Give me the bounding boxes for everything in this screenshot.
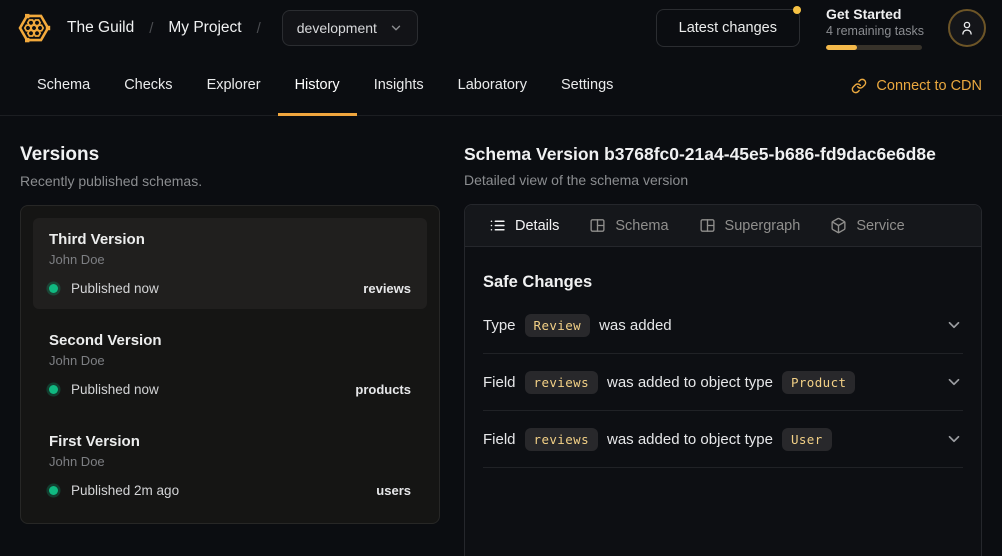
app-header: The Guild / My Project / development Lat…: [0, 0, 1002, 56]
detail-tab-label: Service: [856, 218, 904, 234]
user-avatar[interactable]: [948, 9, 986, 47]
published-status-dot: [49, 385, 58, 394]
connect-to-cdn-link[interactable]: Connect to CDN: [851, 56, 982, 115]
main-content: Versions Recently published schemas. Thi…: [0, 116, 1002, 556]
get-started-progress-fill: [826, 45, 857, 50]
change-prefix: Field: [483, 374, 516, 391]
published-label: Published now: [71, 382, 159, 397]
get-started-progressbar: [826, 45, 922, 50]
notification-dot: [793, 6, 801, 14]
published-label: Published now: [71, 281, 159, 296]
schema-version-subtitle: Detailed view of the schema version: [464, 172, 982, 188]
detail-tab-label: Supergraph: [725, 218, 801, 234]
published-status-dot: [49, 284, 58, 293]
change-row-field-user[interactable]: Field reviews was added to object type U…: [483, 411, 963, 468]
tab-insights[interactable]: Insights: [357, 56, 441, 116]
versions-title: Versions: [20, 144, 440, 166]
published-label: Published 2m ago: [71, 483, 179, 498]
target-nav: Schema Checks Explorer History Insights …: [0, 56, 1002, 116]
chevron-down-icon: [389, 21, 403, 35]
schema-version-panel: Schema Version b3768fc0-21a4-45e5-b686-f…: [464, 144, 982, 556]
user-icon: [958, 19, 976, 37]
breadcrumb-separator: /: [257, 20, 261, 37]
change-suffix: was added to object type: [607, 431, 773, 448]
version-item-second[interactable]: Second Version John Doe Published now pr…: [33, 319, 427, 410]
target-selector-dropdown[interactable]: development: [282, 10, 418, 46]
connect-to-cdn-label: Connect to CDN: [876, 78, 982, 94]
tab-laboratory[interactable]: Laboratory: [441, 56, 544, 116]
get-started-widget[interactable]: Get Started 4 remaining tasks: [826, 6, 922, 50]
tab-schema[interactable]: Schema: [20, 56, 107, 116]
schema-version-card: Details Schema Supergraph: [464, 204, 982, 556]
change-suffix: was added: [599, 317, 672, 334]
latest-changes-button[interactable]: Latest changes: [656, 9, 800, 47]
change-row-type-review[interactable]: Type Review was added: [483, 297, 963, 354]
change-prefix: Field: [483, 431, 516, 448]
list-icon: [489, 217, 506, 234]
safe-changes-heading: Safe Changes: [483, 273, 963, 292]
tab-explorer[interactable]: Explorer: [190, 56, 278, 116]
panels-icon: [699, 217, 716, 234]
code-chip: Product: [782, 371, 855, 394]
latest-changes-label: Latest changes: [679, 20, 777, 36]
breadcrumb-separator: /: [149, 20, 153, 37]
version-title: Third Version: [49, 231, 411, 248]
chevron-down-icon[interactable]: [945, 316, 963, 334]
detail-tab-schema[interactable]: Schema: [589, 217, 668, 234]
published-status-dot: [49, 486, 58, 495]
get-started-subtitle: 4 remaining tasks: [826, 24, 922, 38]
version-item-first[interactable]: First Version John Doe Published 2m ago …: [33, 420, 427, 511]
tab-checks[interactable]: Checks: [107, 56, 189, 116]
breadcrumb-project[interactable]: My Project: [168, 19, 241, 37]
version-author: John Doe: [49, 353, 411, 368]
breadcrumb-org[interactable]: The Guild: [67, 19, 134, 37]
detail-tab-label: Details: [515, 218, 559, 234]
detail-tabs: Details Schema Supergraph: [465, 205, 981, 247]
cube-icon: [830, 217, 847, 234]
tab-settings[interactable]: Settings: [544, 56, 630, 116]
detail-tab-service[interactable]: Service: [830, 217, 904, 234]
tab-history[interactable]: History: [278, 56, 357, 116]
panels-icon: [589, 217, 606, 234]
detail-tab-label: Schema: [615, 218, 668, 234]
versions-list: Third Version John Doe Published now rev…: [20, 205, 440, 524]
version-title: Second Version: [49, 332, 411, 349]
change-row-field-product[interactable]: Field reviews was added to object type P…: [483, 354, 963, 411]
version-title: First Version: [49, 433, 411, 450]
code-chip: reviews: [525, 371, 598, 394]
code-chip: reviews: [525, 428, 598, 451]
version-item-third[interactable]: Third Version John Doe Published now rev…: [33, 218, 427, 309]
code-chip: Review: [525, 314, 591, 337]
detail-tab-supergraph[interactable]: Supergraph: [699, 217, 801, 234]
schema-version-title: Schema Version b3768fc0-21a4-45e5-b686-f…: [464, 144, 982, 165]
guild-logo-icon[interactable]: [16, 10, 52, 46]
change-prefix: Type: [483, 317, 516, 334]
versions-subtitle: Recently published schemas.: [20, 173, 440, 189]
service-name: products: [355, 382, 411, 397]
changes-section: Safe Changes Type Review was added Field…: [465, 247, 981, 468]
versions-panel: Versions Recently published schemas. Thi…: [20, 144, 440, 556]
version-author: John Doe: [49, 454, 411, 469]
link-icon: [851, 78, 867, 94]
chevron-down-icon[interactable]: [945, 373, 963, 391]
get-started-title: Get Started: [826, 6, 922, 22]
detail-tab-details[interactable]: Details: [489, 217, 559, 234]
service-name: reviews: [363, 281, 411, 296]
target-selector-value: development: [297, 20, 377, 36]
service-name: users: [376, 483, 411, 498]
version-author: John Doe: [49, 252, 411, 267]
code-chip: User: [782, 428, 832, 451]
change-suffix: was added to object type: [607, 374, 773, 391]
chevron-down-icon[interactable]: [945, 430, 963, 448]
